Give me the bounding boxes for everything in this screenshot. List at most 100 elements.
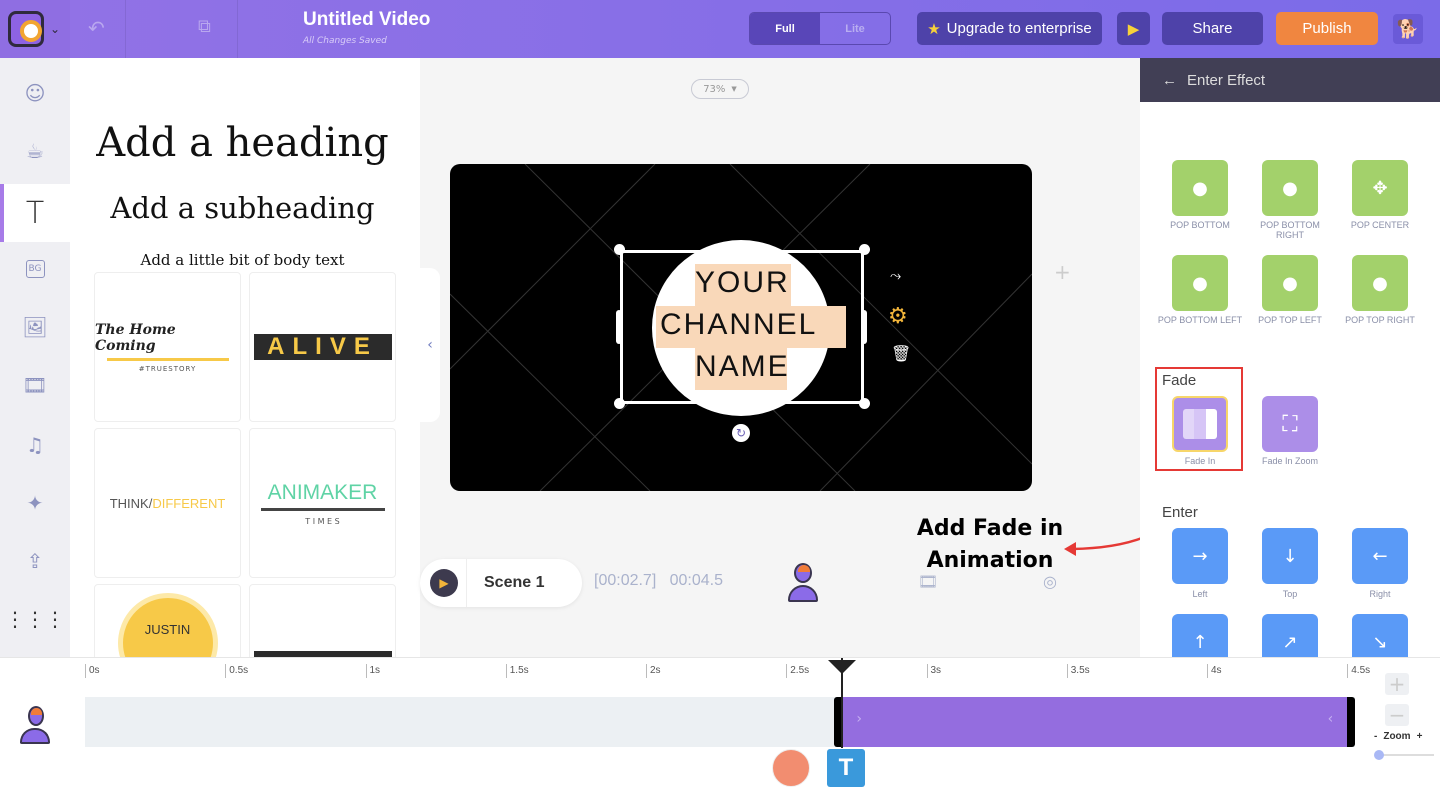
upgrade-label: Upgrade to enterprise: [946, 20, 1092, 37]
effect-enter-left[interactable]: →: [1172, 528, 1228, 584]
template-underline: [260, 507, 385, 511]
playhead[interactable]: [841, 658, 844, 748]
publish-button[interactable]: Publish: [1276, 12, 1378, 45]
side-handle[interactable]: [861, 310, 867, 344]
effect-label: POP BOTTOM LEFT: [1157, 315, 1243, 325]
effect-enter-diagonal-5[interactable]: ↘: [1352, 614, 1408, 658]
annotation-text: Add Fade in Animation: [916, 516, 1064, 573]
rotate-icon[interactable]: ↻: [732, 424, 750, 442]
effect-pop-bottom-left[interactable]: ●: [1172, 255, 1228, 311]
resize-handle[interactable]: [859, 398, 870, 409]
arrow-icon: ←: [1372, 545, 1388, 567]
chevron-down-icon: ⌄: [50, 22, 61, 36]
effect-enter-diagonal-4[interactable]: ↗: [1262, 614, 1318, 658]
text-template-card[interactable]: THINK/DIFFERENT: [94, 428, 241, 578]
text-template-card[interactable]: [249, 584, 396, 658]
clip-start-handle[interactable]: ›: [856, 711, 862, 727]
sidebar-item-more[interactable]: ⋮⋮⋮: [0, 590, 70, 648]
resize-handle[interactable]: [614, 398, 625, 409]
sidebar-item-effects[interactable]: ✦: [0, 474, 70, 532]
sidebar-item-background[interactable]: BG: [0, 240, 70, 298]
zoom-slider-thumb[interactable]: [1374, 750, 1384, 760]
side-handle[interactable]: [616, 310, 622, 344]
effect-enter-right[interactable]: ←: [1352, 528, 1408, 584]
template-subtitle: #TRUESTORY: [138, 364, 197, 373]
collapse-panel-button[interactable]: ‹: [420, 268, 440, 422]
sidebar-item-text[interactable]: T: [0, 184, 70, 242]
text-template-card[interactable]: ANIMAKER T I M E S: [249, 428, 396, 578]
sidebar-item-upload[interactable]: ⇪: [0, 532, 70, 590]
text-template-card[interactable]: The Home Coming #TRUESTORY: [94, 272, 241, 422]
effect-pop-center[interactable]: ✥: [1352, 160, 1408, 216]
character-icon[interactable]: [786, 563, 820, 603]
user-avatar[interactable]: 🐕: [1393, 14, 1423, 44]
path-icon[interactable]: ⤳: [890, 268, 901, 284]
effect-label: POP TOP LEFT: [1258, 315, 1322, 325]
text-template-card[interactable]: ALIVE: [249, 272, 396, 422]
app-menu[interactable]: ⌄: [0, 0, 70, 58]
arrow-icon: ↗: [1282, 631, 1298, 653]
animation-clip[interactable]: › ‹: [834, 697, 1356, 747]
add-scene-icon[interactable]: +: [1054, 260, 1071, 284]
text-item-icon[interactable]: T: [827, 749, 865, 787]
scene-play-button[interactable]: ▶: [430, 569, 458, 597]
upload-icon: ⇪: [26, 549, 44, 573]
effect-pop-bottom-right[interactable]: ●: [1262, 160, 1318, 216]
sidebar-item-character[interactable]: ☺: [0, 64, 70, 122]
effect-label: Fade In Zoom: [1261, 456, 1319, 466]
upgrade-button[interactable]: ★ Upgrade to enterprise: [917, 12, 1102, 45]
zoom-in-button[interactable]: +: [1385, 672, 1409, 696]
sidebar-item-music[interactable]: ♫: [0, 416, 70, 474]
project-title[interactable]: Untitled Video: [303, 9, 430, 31]
scene-name: Scene 1: [484, 574, 545, 591]
text-template-card[interactable]: JUSTIN: [94, 584, 241, 658]
mode-full-button[interactable]: Full: [750, 13, 820, 44]
sidebar-item-video[interactable]: 🎞: [0, 356, 70, 414]
effect-fade-in-zoom[interactable]: ⛶: [1262, 396, 1318, 452]
pop-icon: ●: [1192, 272, 1208, 294]
effect-pop-bottom[interactable]: ●: [1172, 160, 1228, 216]
add-subheading-button[interactable]: Add a subheading: [70, 191, 415, 225]
clip-end-handle[interactable]: ‹: [1328, 711, 1334, 727]
share-button[interactable]: Share: [1162, 12, 1263, 45]
preview-play-button[interactable]: ▶: [1117, 12, 1150, 45]
effect-label: POP BOTTOM: [1170, 220, 1230, 230]
selection-box[interactable]: [620, 250, 864, 404]
sidebar-item-props[interactable]: ☕: [0, 122, 70, 180]
play-icon: ▶: [439, 576, 449, 590]
effect-enter-diagonal-3[interactable]: ↑: [1172, 614, 1228, 658]
template-title: JUSTIN: [117, 593, 218, 658]
grid-icon: ⋮⋮⋮: [5, 607, 65, 631]
timeline-tick: 3.5s: [1066, 664, 1090, 678]
character-icon: ☺: [24, 81, 46, 105]
effect-label: POP BOTTOM RIGHT: [1260, 220, 1320, 240]
effect-enter-top[interactable]: ↓: [1262, 528, 1318, 584]
trash-icon[interactable]: 🗑: [891, 344, 911, 363]
back-arrow-icon[interactable]: ←: [1162, 72, 1177, 89]
zoom-slider-track[interactable]: [1376, 754, 1434, 756]
timeline-character-icon[interactable]: [20, 706, 54, 746]
pop-icon: ✥: [1372, 177, 1388, 199]
zoom-value: 73%: [703, 83, 726, 95]
zoom-out-button[interactable]: −: [1385, 703, 1409, 727]
resize-handle[interactable]: [859, 244, 870, 255]
zoom-dropdown[interactable]: 73% ▼: [691, 79, 749, 99]
video-canvas[interactable]: YOUR CHANNEL NAME ↻ ⤳ ⚙ 🗑: [450, 164, 1032, 491]
undo-icon[interactable]: ↶: [88, 16, 105, 40]
mode-lite-button[interactable]: Lite: [820, 13, 890, 44]
resize-handle[interactable]: [614, 244, 625, 255]
divider: [125, 0, 126, 58]
effect-pop-top-right[interactable]: ●: [1352, 255, 1408, 311]
timeline-tick: 2.5s: [786, 664, 809, 678]
add-heading-button[interactable]: Add a heading: [70, 120, 415, 166]
template-title-b: DIFFERENT: [152, 495, 226, 511]
timeline: 0s 0.5s 1s 1.5s 2s 2.5s 3s 3.5s 4s 4.5s › ‹ T + −…: [0, 657, 1440, 787]
sidebar-item-images[interactable]: 🖼: [0, 298, 70, 356]
gear-icon[interactable]: ⚙: [888, 304, 908, 329]
scene-selector[interactable]: ▶ Scene 1: [420, 559, 582, 607]
duplicate-icon[interactable]: ⧉: [198, 16, 211, 37]
timeline-tick: 2s: [646, 664, 661, 678]
add-body-text-button[interactable]: Add a little bit of body text: [70, 251, 415, 269]
effect-pop-top-left[interactable]: ●: [1262, 255, 1318, 311]
shape-item-icon[interactable]: [772, 749, 810, 787]
